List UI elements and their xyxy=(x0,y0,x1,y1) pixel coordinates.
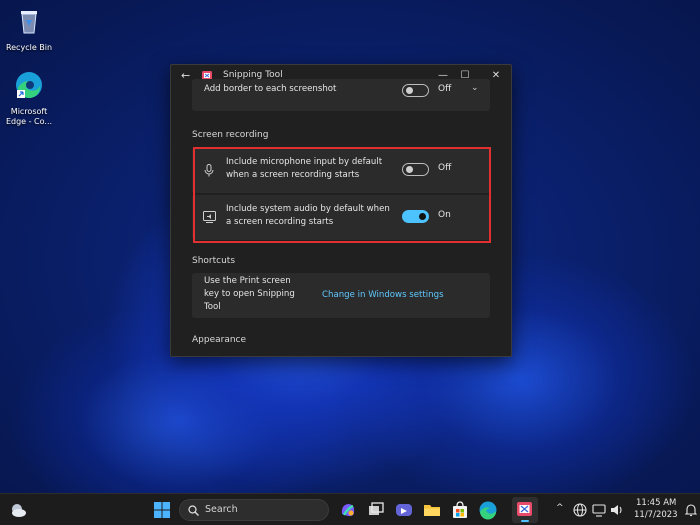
recycle-bin-icon xyxy=(21,11,37,34)
setting-print-screen-shortcut: Use the Print screen key to open Snippin… xyxy=(192,273,490,318)
chevron-down-icon[interactable]: ⌄ xyxy=(471,83,479,93)
microsoft-store-icon[interactable] xyxy=(450,500,470,520)
copilot-icon[interactable] xyxy=(338,500,358,520)
section-title-appearance: Appearance xyxy=(192,335,247,345)
add-border-toggle[interactable] xyxy=(402,84,429,97)
shortcut-description-line3: Tool xyxy=(204,302,221,312)
back-arrow-icon[interactable]: ← xyxy=(181,69,190,82)
snipping-tool-taskbar-icon xyxy=(517,502,532,516)
section-title-shortcuts: Shortcuts xyxy=(192,256,236,266)
taskbar: Search ^ 11:45 AM 11/7/2023 xyxy=(0,493,700,525)
language-globe-icon[interactable] xyxy=(572,502,588,518)
file-explorer-icon[interactable] xyxy=(422,500,442,520)
desktop-icon-label: Microsoft xyxy=(10,107,48,116)
clock-time[interactable]: 11:45 AM xyxy=(636,498,676,508)
notification-bell-icon[interactable] xyxy=(685,503,697,517)
weather-icon[interactable] xyxy=(8,500,28,520)
snipping-tool-window: ← Snipping Tool — ☐ ✕ Add border to each… xyxy=(170,64,512,357)
highlight-box xyxy=(193,147,491,243)
search-placeholder: Search xyxy=(205,504,238,515)
snipping-tool-taskbar-button[interactable] xyxy=(512,497,538,523)
active-indicator xyxy=(521,520,529,522)
taskbar-search-box[interactable]: Search xyxy=(179,499,329,521)
section-title-screen-recording: Screen recording xyxy=(192,130,269,140)
setting-label: Add border to each screenshot xyxy=(204,84,337,94)
clock-date[interactable]: 11/7/2023 xyxy=(634,510,678,520)
search-icon xyxy=(188,505,199,516)
shortcut-description-line1: Use the Print screen xyxy=(204,276,291,286)
task-view-icon[interactable] xyxy=(366,500,386,520)
desktop-icon-edge[interactable]: Microsoft Edge - Co... xyxy=(0,70,58,127)
toggle-state-label: Off xyxy=(438,84,452,94)
desktop-icon-recycle-bin[interactable]: Recycle Bin xyxy=(0,6,58,53)
edge-icon xyxy=(16,72,42,99)
windows-start-icon[interactable] xyxy=(152,500,172,520)
shortcut-description-line2: key to open Snipping xyxy=(204,289,295,299)
desktop-icon-label: Edge - Co... xyxy=(5,117,53,126)
chat-icon[interactable] xyxy=(394,500,414,520)
edge-taskbar-icon[interactable] xyxy=(478,500,498,520)
desktop-icon-label: Recycle Bin xyxy=(5,43,53,52)
volume-icon[interactable] xyxy=(609,502,625,518)
change-in-windows-settings-link[interactable]: Change in Windows settings xyxy=(322,289,444,302)
network-icon[interactable] xyxy=(591,502,607,518)
setting-add-border: Add border to each screenshot Off ⌄ xyxy=(192,79,490,111)
show-hidden-icons-chevron[interactable]: ^ xyxy=(556,503,564,513)
